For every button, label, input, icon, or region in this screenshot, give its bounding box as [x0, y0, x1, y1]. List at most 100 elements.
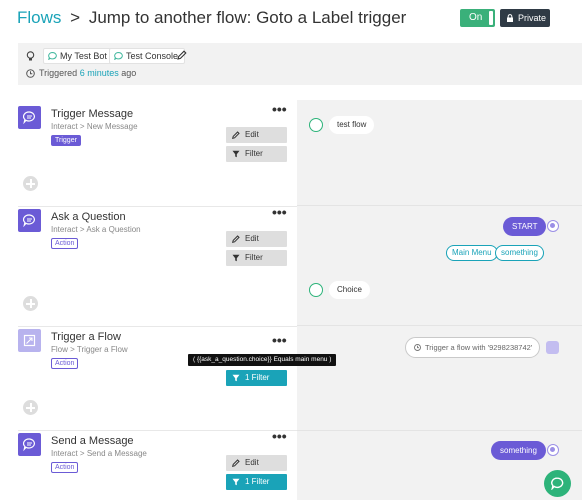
more-options-icon[interactable]: •••	[272, 205, 287, 219]
filter-icon	[232, 374, 240, 382]
step-path: Flow > Trigger a Flow	[51, 345, 128, 354]
step-path-item: Trigger a Flow	[76, 345, 128, 354]
pencil-icon	[232, 131, 240, 139]
trigger-badge: Trigger	[51, 135, 81, 146]
trigger-flow-preview: Trigger a flow with '9298238742'	[405, 337, 540, 358]
bot-avatar-icon	[547, 220, 559, 232]
incoming-message-bubble: test flow	[329, 116, 375, 134]
step-divider	[18, 430, 297, 431]
step-path-arrow: >	[79, 225, 85, 234]
step-trigger-a-flow[interactable]: Trigger a Flow Flow > Trigger a Flow Act…	[18, 326, 297, 406]
step-title: Send a Message	[51, 435, 134, 447]
trigger-flow-text: Trigger a flow with '9298238742'	[425, 343, 533, 352]
filter-tooltip: ( {{ask_a_question.choice}} Equals main …	[188, 354, 337, 366]
one-filter-button[interactable]: 1 Filter	[226, 474, 287, 490]
edit-button[interactable]: Edit	[226, 231, 287, 247]
chat-bubble-icon	[23, 438, 35, 451]
step-path-app: Interact	[51, 449, 78, 458]
filter-icon	[232, 254, 240, 262]
step-ask-a-question[interactable]: Ask a Question Interact > Ask a Question…	[18, 205, 297, 286]
filter-label: Filter	[245, 253, 263, 262]
add-step-button[interactable]	[23, 296, 38, 311]
chat-bubble-icon	[48, 52, 57, 60]
step-title: Ask a Question	[51, 211, 126, 223]
add-step-button[interactable]	[23, 400, 38, 415]
filter-label: 1 Filter	[245, 373, 270, 382]
pencil-icon	[232, 235, 240, 243]
edit-button[interactable]: Edit	[226, 455, 287, 471]
step-divider	[18, 326, 297, 327]
more-options-icon[interactable]: •••	[272, 333, 287, 347]
lightbulb-icon	[26, 51, 35, 61]
outgoing-message-bubble: something	[491, 441, 546, 460]
step-icon	[18, 209, 41, 232]
filter-button[interactable]: Filter	[226, 250, 287, 266]
add-step-button[interactable]	[23, 176, 38, 191]
chat-launcher-button[interactable]	[544, 470, 571, 497]
step-path-item: Send a Message	[86, 449, 147, 458]
page-title: Flows > Jump to another flow: Goto a Lab…	[17, 8, 406, 28]
step-icon	[18, 329, 41, 352]
quick-reply-main-menu[interactable]: Main Menu	[446, 245, 498, 261]
chip-test-console[interactable]: Test Console	[109, 48, 186, 64]
flow-title: Jump to another flow: Goto a Label trigg…	[88, 8, 407, 27]
preview-divider	[297, 430, 582, 431]
preview-divider	[297, 205, 582, 206]
lock-icon	[507, 14, 513, 22]
on-toggle[interactable]: On	[460, 9, 495, 27]
clock-icon	[414, 344, 421, 351]
step-path: Interact > New Message	[51, 122, 138, 131]
step-path-item: Ask a Question	[86, 225, 141, 234]
triggered-ago[interactable]: 6 minutes	[80, 68, 119, 78]
step-trigger-message[interactable]: Trigger Message Interact > New Message T…	[18, 102, 297, 183]
flow-step-marker	[546, 341, 559, 354]
private-button[interactable]: Private	[500, 9, 550, 27]
triggered-suffix: ago	[121, 68, 137, 78]
more-options-icon[interactable]: •••	[272, 102, 287, 116]
clock-icon	[26, 69, 35, 78]
user-avatar-icon	[309, 118, 323, 132]
page-header: Flows > Jump to another flow: Goto a Lab…	[0, 0, 582, 40]
filter-button[interactable]: Filter	[226, 146, 287, 162]
step-divider	[18, 206, 297, 207]
filter-label: 1 Filter	[245, 477, 270, 486]
step-path-arrow: >	[79, 122, 85, 131]
bot-avatar-icon	[547, 444, 559, 456]
more-options-icon[interactable]: •••	[272, 429, 287, 443]
flows-breadcrumb-link[interactable]: Flows	[17, 8, 61, 27]
start-message-bubble: START	[503, 217, 547, 236]
step-path-item: New Message	[86, 122, 138, 131]
incoming-message-bubble: Choice	[329, 281, 370, 299]
flow-info-bar: My Test Bot Test Console Triggered 6 min…	[18, 43, 582, 85]
step-send-a-message[interactable]: Send a Message Interact > Send a Message…	[18, 429, 297, 500]
filter-icon	[232, 478, 240, 486]
step-icon	[18, 106, 41, 129]
preview-panel	[297, 100, 582, 500]
edit-pencil-icon[interactable]	[177, 50, 187, 60]
step-title: Trigger a Flow	[51, 331, 121, 343]
user-avatar-icon	[309, 283, 323, 297]
pencil-icon	[232, 459, 240, 467]
step-path-app: Flow	[51, 345, 68, 354]
step-path-arrow: >	[79, 449, 85, 458]
chip-my-test-bot[interactable]: My Test Bot	[43, 48, 114, 64]
step-icon	[18, 433, 41, 456]
action-badge: Action	[51, 462, 79, 473]
step-path: Interact > Send a Message	[51, 449, 147, 458]
action-badge: Action	[51, 238, 79, 249]
breadcrumb-separator: >	[70, 8, 81, 27]
step-path-arrow: >	[70, 345, 75, 354]
chat-bubble-icon	[23, 214, 35, 227]
flow-icon	[23, 334, 36, 347]
step-path-app: Interact	[51, 225, 78, 234]
preview-divider	[297, 325, 582, 326]
edit-label: Edit	[245, 458, 259, 467]
triggered-prefix: Triggered	[39, 68, 78, 78]
edit-button[interactable]: Edit	[226, 127, 287, 143]
action-badge: Action	[51, 358, 79, 369]
chat-bubble-icon	[23, 111, 35, 124]
chat-icon	[551, 477, 564, 490]
one-filter-button[interactable]: 1 Filter	[226, 370, 287, 386]
quick-reply-something[interactable]: something	[495, 245, 544, 261]
chat-bubble-icon	[114, 52, 123, 60]
